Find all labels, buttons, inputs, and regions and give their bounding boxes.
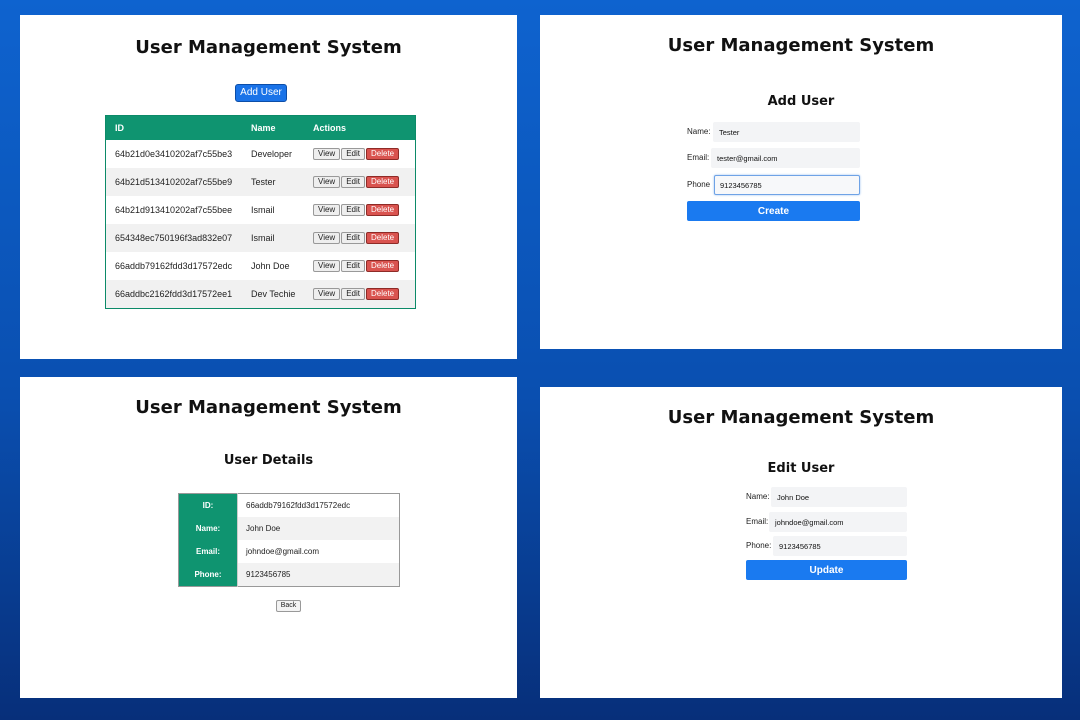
detail-label: Phone:	[178, 563, 238, 587]
detail-value: johndoe@gmail.com	[237, 540, 400, 563]
table-row: 64b21d913410202af7c55bee Ismail View Edit De…	[106, 196, 416, 224]
table-row: 64b21d0e3410202af7c55be3 Developer View Edi…	[106, 140, 416, 168]
name-input[interactable]: John Doe	[771, 487, 907, 507]
detail-row: Phone: 9123456785	[178, 563, 400, 587]
name-row: Name: John Doe	[746, 487, 907, 507]
detail-value: 9123456785	[237, 563, 400, 587]
actions-cell: View Edit Delete	[304, 252, 416, 280]
view-button[interactable]: View	[313, 232, 341, 244]
view-button[interactable]: View	[313, 288, 341, 300]
actions-cell: View Edit Delete	[304, 196, 416, 224]
user-id-cell: 66addb79162fdd3d17572edc	[115, 261, 233, 271]
detail-row: Email: johndoe@gmail.com	[178, 540, 400, 563]
phone-input[interactable]: 9123456785	[773, 536, 907, 556]
detail-label: Name:	[178, 517, 238, 540]
user-id-cell: 654348ec750196f3ad832e07	[105, 224, 242, 252]
name-input[interactable]: Tester	[713, 122, 860, 142]
user-details-panel: User Management System User Details ID: 6…	[20, 377, 517, 698]
delete-button[interactable]: Delete	[366, 176, 400, 188]
name-label: Name:	[746, 492, 770, 501]
page-title: User Management System	[135, 397, 402, 418]
detail-row: Name: John Doe	[178, 517, 400, 540]
form-heading: Edit User	[767, 461, 835, 476]
user-name-cell: Developer	[251, 149, 293, 159]
delete-button[interactable]: Delete	[366, 260, 400, 272]
edit-user-panel: User Management System Edit User Name: J…	[540, 387, 1062, 698]
create-button[interactable]: Create	[687, 201, 860, 221]
edit-button[interactable]: Edit	[341, 232, 365, 244]
email-row: Email: tester@gmail.com	[687, 148, 861, 168]
name-label: Name:	[687, 127, 711, 136]
actions-cell: View Edit Delete	[304, 168, 416, 196]
email-row: Email: johndoe@gmail.com	[746, 512, 907, 532]
table-header-row: ID Name Actions	[105, 115, 416, 140]
edit-button[interactable]: Edit	[341, 288, 365, 300]
actions-cell: View Edit Delete	[304, 140, 416, 168]
view-button[interactable]: View	[313, 204, 341, 216]
view-button[interactable]: View	[313, 176, 341, 188]
back-button[interactable]: Back	[276, 600, 301, 612]
table-row: 654348ec750196f3ad832e07 Ismail View Edit De…	[105, 224, 416, 252]
edit-button[interactable]: Edit	[341, 176, 365, 188]
edit-button[interactable]: Edit	[341, 260, 365, 272]
view-button[interactable]: View	[313, 148, 341, 160]
detail-label: ID:	[178, 493, 238, 517]
email-input[interactable]: johndoe@gmail.com	[769, 512, 907, 532]
page-title: User Management System	[135, 37, 402, 58]
column-header-name: Name	[242, 115, 304, 140]
page-title: User Management System	[667, 407, 935, 428]
table-row: 64b21d513410202af7c55be9 Tester View Edit De…	[105, 168, 416, 196]
phone-row: Phone: 9123456785	[746, 536, 907, 556]
edit-button[interactable]: Edit	[341, 204, 365, 216]
actions-cell: View Edit Delete	[304, 280, 416, 309]
detail-row: ID: 66addb79162fdd3d17572edc	[178, 493, 400, 517]
user-id-cell: 64b21d0e3410202af7c55be3	[115, 149, 233, 159]
user-list-panel: User Management System Add User ID Name …	[20, 15, 517, 359]
name-row: Name: Tester	[687, 122, 861, 142]
users-table: ID Name Actions 64b21d0e3410202af7c55be3…	[105, 115, 416, 309]
detail-value: John Doe	[237, 517, 400, 540]
user-id-cell: 64b21d513410202af7c55be9	[105, 168, 242, 196]
edit-button[interactable]: Edit	[341, 148, 365, 160]
phone-row: Phone 9123456785	[687, 175, 861, 195]
detail-label: Email:	[178, 540, 238, 563]
page-title: User Management System	[667, 35, 935, 56]
actions-cell: View Edit Delete	[304, 224, 416, 252]
column-header-id: ID	[105, 115, 242, 140]
user-name-cell: Tester	[242, 168, 304, 196]
phone-label: Phone:	[746, 541, 772, 550]
user-name-cell: Ismail	[242, 224, 304, 252]
delete-button[interactable]: Delete	[366, 148, 400, 160]
phone-label: Phone	[687, 180, 711, 189]
email-label: Email:	[746, 517, 769, 526]
user-id-cell: 64b21d913410202af7c55bee	[115, 205, 233, 215]
user-name-cell: Ismail	[251, 205, 275, 215]
email-label: Email:	[687, 153, 710, 162]
table-row: 66addbc2162fdd3d17572ee1 Dev Techie View Ed…	[105, 280, 416, 309]
delete-button[interactable]: Delete	[366, 288, 400, 300]
delete-button[interactable]: Delete	[366, 204, 400, 216]
delete-button[interactable]: Delete	[366, 232, 400, 244]
column-header-actions: Actions	[304, 115, 416, 140]
user-name-cell: Dev Techie	[242, 280, 304, 309]
add-user-panel: User Management System Add User Name: Te…	[540, 15, 1062, 349]
add-user-button[interactable]: Add User	[235, 84, 287, 102]
view-button[interactable]: View	[313, 260, 341, 272]
details-heading: User Details	[223, 453, 314, 468]
detail-value: 66addb79162fdd3d17572edc	[237, 493, 400, 517]
details-table: ID: 66addb79162fdd3d17572edc Name: John Doe…	[178, 493, 400, 587]
table-row: 66addb79162fdd3d17572edc John Doe View Edit…	[106, 252, 416, 280]
form-heading: Add User	[767, 94, 835, 109]
phone-input[interactable]: 9123456785	[714, 175, 860, 195]
email-input[interactable]: tester@gmail.com	[711, 148, 860, 168]
user-name-cell: John Doe	[251, 261, 290, 271]
update-button[interactable]: Update	[746, 560, 907, 580]
user-id-cell: 66addbc2162fdd3d17572ee1	[105, 280, 242, 309]
